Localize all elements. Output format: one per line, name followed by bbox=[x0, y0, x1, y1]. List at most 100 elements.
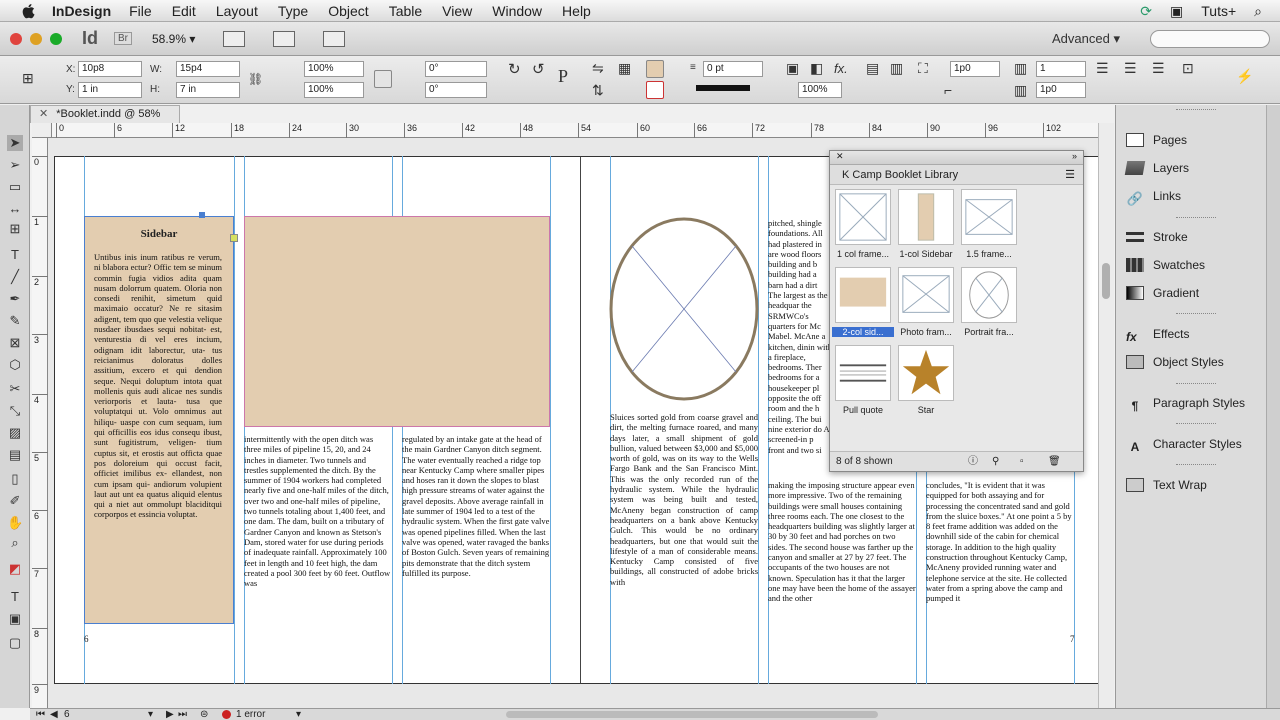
scale-y-field[interactable]: 100% bbox=[304, 82, 364, 98]
rotate-cw-icon[interactable]: ↻ bbox=[508, 60, 521, 78]
menu-view[interactable]: View bbox=[442, 3, 472, 19]
sidebar-heading[interactable]: Sidebar bbox=[84, 228, 234, 240]
bridge-button[interactable]: Br bbox=[114, 32, 132, 45]
panel-gradient[interactable]: Gradient bbox=[1126, 283, 1199, 303]
line-tool-icon[interactable]: ╱ bbox=[7, 269, 23, 285]
screen-mode-tool-icon[interactable]: ▢ bbox=[7, 635, 23, 651]
menu-table[interactable]: Table bbox=[389, 3, 422, 19]
wrap-bounding-box-icon[interactable]: ▥ bbox=[890, 60, 903, 77]
menu-edit[interactable]: Edit bbox=[172, 3, 196, 19]
x-position-field[interactable]: 10p8 bbox=[78, 61, 142, 77]
screen-mode-icon[interactable] bbox=[273, 30, 296, 47]
y-position-field[interactable]: 1 in bbox=[78, 82, 142, 98]
body-text-column-4-bottom[interactable]: making the imposing structure appear eve… bbox=[768, 480, 916, 626]
eyedropper-tool-icon[interactable]: ✐ bbox=[7, 493, 23, 509]
workspace-switcher[interactable]: Advanced ▾ bbox=[1052, 31, 1120, 47]
menu-file[interactable]: File bbox=[129, 3, 152, 19]
library-item[interactable]: Portrait fra... bbox=[958, 265, 1020, 341]
gradient-swatch-tool-icon[interactable]: ▨ bbox=[7, 425, 23, 441]
pen-tool-icon[interactable]: ✒ bbox=[7, 291, 23, 307]
constrain-scale-button[interactable] bbox=[374, 70, 392, 88]
pencil-tool-icon[interactable]: ✎ bbox=[7, 313, 23, 329]
content-collector-icon[interactable]: ⊞ bbox=[7, 221, 23, 237]
frame-fitting-icon[interactable]: ▣ bbox=[786, 60, 799, 77]
menu-object[interactable]: Object bbox=[328, 3, 368, 19]
rotation-angle-field[interactable]: 0° bbox=[425, 61, 487, 77]
gutter-icon[interactable]: ▥ bbox=[1014, 82, 1027, 99]
normal-view-icon[interactable]: ▣ bbox=[7, 611, 23, 627]
direct-selection-tool-icon[interactable]: ➢ bbox=[7, 157, 23, 173]
free-transform-tool-icon[interactable]: ⤡ bbox=[7, 403, 23, 419]
horizontal-scrollbar-thumb[interactable] bbox=[506, 711, 878, 718]
body-text-column-4-top[interactable]: pitched, shingle foundations. All had pl… bbox=[768, 218, 832, 480]
zoom-tool-icon[interactable]: ⌕ bbox=[7, 535, 23, 551]
next-page-icon[interactable]: ▶ bbox=[166, 709, 174, 720]
columns-icon[interactable]: ▥ bbox=[1014, 60, 1027, 77]
align-top-icon[interactable]: ☰ bbox=[1096, 60, 1109, 77]
body-text-column-1[interactable]: intermittently with the open ditch was t… bbox=[244, 434, 392, 626]
document-vertical-scrollbar[interactable] bbox=[1098, 123, 1114, 708]
library-item[interactable]: 1 col frame... bbox=[832, 187, 894, 263]
show-subset-icon[interactable]: ⚲ bbox=[992, 452, 999, 472]
sync-icon[interactable]: ⟳ bbox=[1140, 3, 1152, 20]
page-dropdown-icon[interactable]: ▾ bbox=[148, 709, 153, 720]
lightning-icon[interactable]: ⚡ bbox=[1236, 68, 1253, 85]
panel-stroke[interactable]: Stroke bbox=[1126, 227, 1188, 247]
horizontal-ruler[interactable]: 0 6 12 18 24 30 36 42 48 54 60 66 72 78 84 90 96 102 bbox=[52, 123, 1098, 138]
formatting-affects-icon[interactable]: T bbox=[7, 589, 23, 605]
arrange-documents-icon[interactable] bbox=[323, 30, 346, 47]
panel-character-styles[interactable]: A Character Styles bbox=[1126, 434, 1242, 454]
columns-field[interactable]: 1 bbox=[1036, 61, 1086, 77]
select-container-icon[interactable]: ▦ bbox=[618, 60, 631, 77]
library-item[interactable]: Photo fram... bbox=[895, 265, 957, 341]
preflight-icon[interactable]: ⊜ bbox=[200, 709, 208, 720]
align-bottom-icon[interactable]: ☰ bbox=[1152, 60, 1165, 77]
scroll-thumb[interactable] bbox=[1102, 263, 1110, 299]
hand-tool-icon[interactable]: ✋ bbox=[7, 515, 23, 531]
close-tab-icon[interactable]: ✕ bbox=[39, 108, 48, 120]
fill-swatch[interactable] bbox=[646, 60, 664, 78]
panel-layers[interactable]: Layers bbox=[1124, 158, 1189, 178]
ruler-corner[interactable] bbox=[32, 123, 52, 138]
preflight-error-count[interactable]: 1 error bbox=[236, 709, 265, 720]
rotate-ccw-icon[interactable]: ↺ bbox=[532, 60, 545, 78]
offset-field-2[interactable]: 1p0 bbox=[1036, 82, 1086, 98]
library-item[interactable]: 1-col Sidebar bbox=[895, 187, 957, 263]
new-library-item-icon[interactable]: ▫ bbox=[1020, 452, 1024, 472]
panel-links[interactable]: 🔗 Links bbox=[1126, 186, 1181, 206]
view-options-icon[interactable] bbox=[223, 30, 246, 47]
panel-effects[interactable]: fx Effects bbox=[1126, 324, 1189, 344]
corner-options-icon[interactable]: ⌐ bbox=[944, 82, 952, 98]
stroke-weight-field[interactable]: 0 pt bbox=[703, 61, 763, 77]
panel-text-wrap[interactable]: Text Wrap bbox=[1126, 475, 1207, 495]
image-placeholder-frame[interactable] bbox=[244, 216, 550, 427]
panel-object-styles[interactable]: Object Styles bbox=[1126, 352, 1224, 372]
rectangle-frame-tool-icon[interactable]: ⊠ bbox=[7, 335, 23, 351]
body-text-column-2[interactable]: regulated by an intake gate at the head … bbox=[402, 434, 550, 626]
zoom-level-dropdown[interactable]: 58.9% ▾ bbox=[152, 32, 195, 46]
vertical-ruler[interactable]: 0 1 2 3 4 5 6 7 8 9 bbox=[32, 138, 48, 708]
stroke-type-dropdown[interactable] bbox=[696, 85, 750, 91]
text-wrap-icon[interactable]: ▤ bbox=[866, 60, 879, 77]
drop-shadow-icon[interactable]: ◧ bbox=[810, 60, 823, 77]
document-tab[interactable]: ✕ *Booklet.indd @ 58% bbox=[30, 105, 180, 123]
type-tool-icon[interactable]: T bbox=[7, 247, 23, 263]
oval-photo-frame[interactable] bbox=[608, 216, 760, 402]
page-number-field[interactable]: 6 bbox=[64, 709, 70, 720]
menu-type[interactable]: Type bbox=[278, 3, 308, 19]
note-tool-icon[interactable]: ▯ bbox=[7, 471, 23, 487]
library-tab[interactable]: K Camp Booklet Library ☰ bbox=[830, 165, 1083, 185]
height-field[interactable]: 7 in bbox=[176, 82, 240, 98]
page-tool-icon[interactable]: ▭ bbox=[7, 179, 23, 195]
constrain-proportions-icon[interactable]: ⛓ bbox=[248, 72, 263, 86]
apple-icon[interactable] bbox=[20, 2, 38, 20]
offset-field-1[interactable]: 1p0 bbox=[950, 61, 1000, 77]
library-item-selected[interactable]: 2-col sid... bbox=[832, 265, 894, 341]
fill-stroke-icon[interactable]: ◩ bbox=[7, 561, 23, 577]
menu-window[interactable]: Window bbox=[492, 3, 542, 19]
close-panel-icon[interactable]: ✕ bbox=[836, 151, 844, 162]
align-center-icon[interactable]: ☰ bbox=[1124, 60, 1137, 77]
reference-point-icon[interactable]: ⊞ bbox=[22, 70, 34, 87]
scale-x-field[interactable]: 100% bbox=[304, 61, 364, 77]
opacity-field[interactable]: 100% bbox=[798, 82, 842, 98]
